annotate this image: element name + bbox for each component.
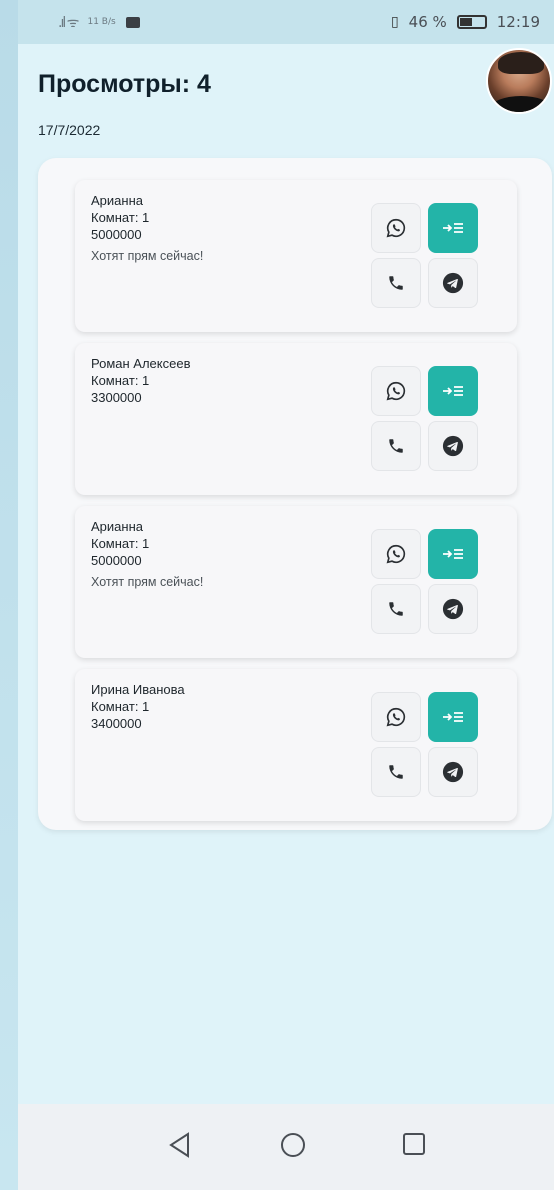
note: Хотят прям сейчас! [91,575,204,589]
phone-icon [389,765,403,779]
arrow-list-icon [443,223,463,233]
record-icon [125,16,140,28]
signal-icon: .ıl ᯤ [58,14,80,31]
rooms: Комнат: 1 [91,210,150,225]
view-card: Арианна Комнат: 1 5000000 Хотят прям сей… [75,506,517,658]
whatsapp-button[interactable] [371,203,421,253]
views-panel: Арианна Комнат: 1 5000000 Хотят прям сей… [38,158,552,830]
client-name: Арианна [91,519,143,534]
open-view-button[interactable] [428,366,478,416]
vibrate-icon: ▯ [390,14,399,30]
telegram-button[interactable] [428,421,478,471]
whatsapp-icon [386,707,406,727]
back-triangle-icon [169,1132,189,1158]
page-date: 17/7/2022 [38,122,101,138]
recent-square-icon [403,1133,425,1155]
open-view-button[interactable] [428,529,478,579]
telegram-icon [442,272,464,294]
open-view-button[interactable] [428,203,478,253]
telegram-button[interactable] [428,747,478,797]
telegram-button[interactable] [428,258,478,308]
phone-icon [389,602,403,616]
home-circle-icon [281,1133,305,1157]
arrow-list-icon [443,549,463,559]
view-card: Ирина Иванова Комнат: 1 3400000 [75,669,517,821]
open-view-button[interactable] [428,692,478,742]
note: Хотят прям сейчас! [91,249,204,263]
telegram-icon [442,761,464,783]
client-name: Арианна [91,193,143,208]
call-button[interactable] [371,747,421,797]
nav-back-button[interactable] [168,1132,192,1162]
price: 5000000 [91,553,142,568]
rooms: Комнат: 1 [91,373,150,388]
call-button[interactable] [371,584,421,634]
whatsapp-button[interactable] [371,692,421,742]
client-name: Ирина Иванова [91,682,185,697]
phone-screen: .ıl ᯤ 11 B/s ▯ 46 % 12:19 Просмотры: 4 1… [18,0,554,1190]
whatsapp-icon [386,381,406,401]
price: 3300000 [91,390,142,405]
status-bar: .ıl ᯤ 11 B/s ▯ 46 % 12:19 [18,0,554,44]
system-nav-bar [18,1104,554,1190]
network-speed: 11 B/s [87,16,116,27]
rooms: Комнат: 1 [91,699,150,714]
arrow-list-icon [443,712,463,722]
page-title: Просмотры: 4 [38,70,211,98]
call-button[interactable] [371,258,421,308]
rooms: Комнат: 1 [91,536,150,551]
avatar[interactable] [486,48,552,114]
call-button[interactable] [371,421,421,471]
whatsapp-button[interactable] [371,529,421,579]
battery-percent: 46 % [408,13,447,31]
telegram-icon [442,435,464,457]
telegram-icon [442,598,464,620]
telegram-button[interactable] [428,584,478,634]
price: 5000000 [91,227,142,242]
phone-icon [389,276,403,290]
phone-icon [389,439,403,453]
whatsapp-icon [386,544,406,564]
nav-recent-button[interactable] [402,1132,426,1160]
nav-home-button[interactable] [280,1132,306,1162]
arrow-list-icon [443,386,463,396]
view-card: Арианна Комнат: 1 5000000 Хотят прям сей… [75,180,517,332]
clock: 12:19 [496,13,540,31]
whatsapp-icon [386,218,406,238]
whatsapp-button[interactable] [371,366,421,416]
battery-icon [456,15,487,29]
left-edge [0,0,18,1190]
client-name: Роман Алексеев [91,356,191,371]
view-card: Роман Алексеев Комнат: 1 3300000 [75,343,517,495]
price: 3400000 [91,716,142,731]
